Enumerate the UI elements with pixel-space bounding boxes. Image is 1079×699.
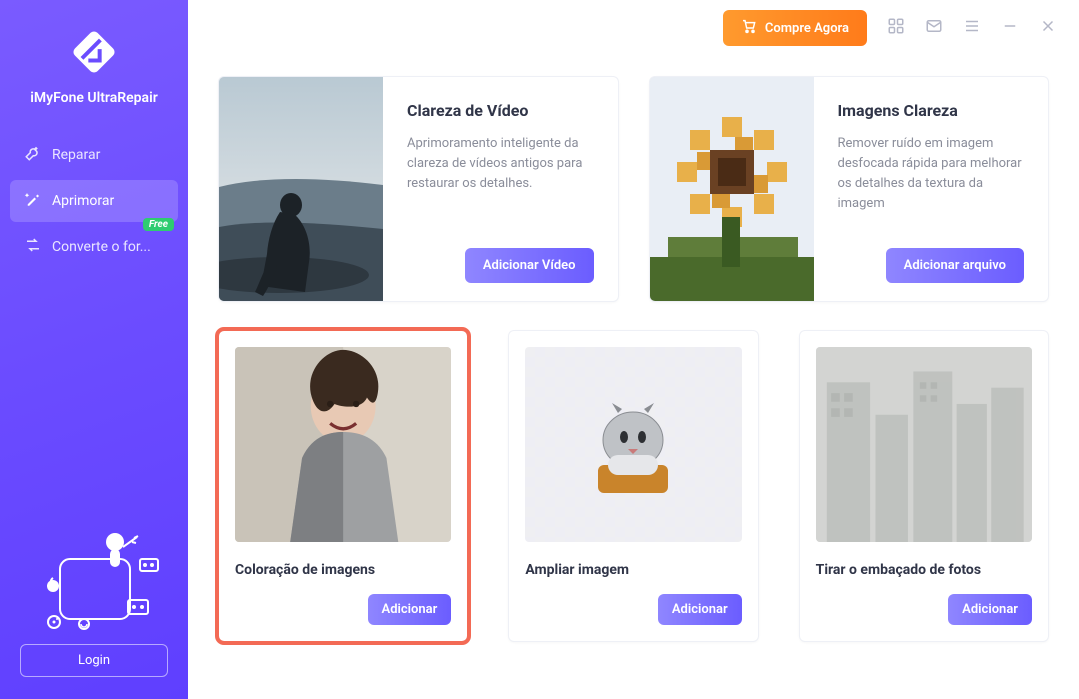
convert-icon (24, 236, 42, 258)
feature-title: Ampliar imagem (525, 562, 741, 578)
menu-icon[interactable] (963, 17, 981, 39)
feature-description: Aprimoramento inteligente da clareza de … (407, 134, 594, 194)
sidebar-items: Reparar Aprimorar Converte o for... Free (0, 130, 188, 272)
feature-title: Coloração de imagens (235, 562, 451, 578)
sidebar-item-label: Aprimorar (52, 193, 114, 209)
feature-colorize: Coloração de imagens Adicionar (218, 330, 468, 642)
app-name: iMyFone UltraRepair (10, 90, 178, 106)
sidebar-footer: Login (0, 524, 188, 699)
feature-title: Tirar o embaçado de fotos (816, 562, 1032, 578)
promo-illustration (20, 524, 168, 634)
content: Clareza de Vídeo Aprimoramento inteligen… (188, 56, 1079, 699)
sidebar-header: iMyFone UltraRepair (0, 0, 188, 116)
feature-image-clarity: Imagens Clareza Remover ruído em imagem … (649, 76, 1050, 302)
buy-label: Compre Agora (765, 21, 849, 36)
free-badge: Free (143, 218, 174, 231)
feature-enlarge: Ampliar imagem Adicionar (508, 330, 758, 642)
sidebar-item-aprimorar[interactable]: Aprimorar (10, 180, 178, 222)
add-button[interactable]: Adicionar (368, 594, 452, 625)
sidebar: iMyFone UltraRepair Reparar Aprimorar Co… (0, 0, 188, 699)
feature-thumbnail (816, 347, 1032, 542)
window-icons (887, 17, 1057, 39)
minimize-icon[interactable] (1001, 17, 1019, 39)
tools-icon (24, 144, 42, 166)
app-logo (66, 24, 122, 80)
close-icon[interactable] (1039, 17, 1057, 39)
feature-description: Remover ruído em imagem desfocada rápida… (838, 134, 1025, 215)
sidebar-item-label: Reparar (52, 147, 100, 163)
titlebar: Compre Agora (188, 0, 1079, 56)
grid-icon[interactable] (887, 17, 905, 39)
feature-video-clarity: Clareza de Vídeo Aprimoramento inteligen… (218, 76, 619, 302)
mail-icon[interactable] (925, 17, 943, 39)
magic-icon (24, 190, 42, 212)
feature-thumbnail (650, 77, 814, 301)
feature-thumbnail (525, 347, 741, 542)
feature-title: Imagens Clareza (838, 101, 1025, 120)
add-video-button[interactable]: Adicionar Vídeo (465, 248, 594, 283)
add-file-button[interactable]: Adicionar arquivo (886, 248, 1024, 283)
cart-icon (741, 18, 757, 38)
add-button[interactable]: Adicionar (948, 594, 1032, 625)
login-button[interactable]: Login (20, 644, 168, 677)
buy-button[interactable]: Compre Agora (723, 10, 867, 46)
sidebar-item-converter[interactable]: Converte o for... Free (10, 226, 178, 268)
sidebar-item-reparar[interactable]: Reparar (10, 134, 178, 176)
feature-thumbnail (219, 77, 383, 301)
add-button[interactable]: Adicionar (658, 594, 742, 625)
sidebar-item-label: Converte o for... (52, 239, 151, 255)
feature-title: Clareza de Vídeo (407, 101, 594, 120)
main: Compre Agora (188, 0, 1079, 699)
feature-thumbnail (235, 347, 451, 542)
feature-unblur: Tirar o embaçado de fotos Adicionar (799, 330, 1049, 642)
